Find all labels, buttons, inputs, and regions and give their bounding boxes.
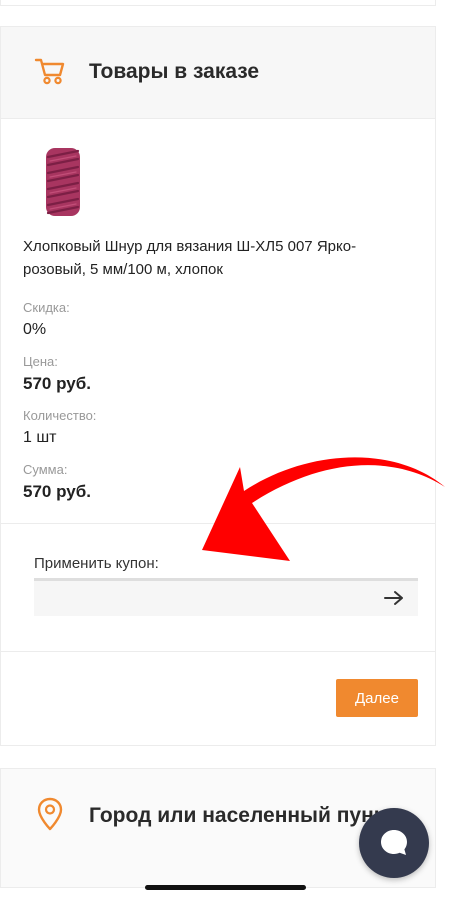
- chat-button[interactable]: [359, 808, 429, 878]
- order-items-card: Товары в заказе Хлопковый Шнур для вязан…: [0, 26, 436, 746]
- coupon-input[interactable]: [34, 578, 418, 616]
- arrow-right-icon: [384, 591, 403, 605]
- home-indicator: [145, 885, 306, 890]
- product-name[interactable]: Хлопковый Шнур для вязания Ш-ХЛ5 007 Ярк…: [23, 235, 413, 281]
- total-value: 570 руб.: [23, 482, 91, 501]
- quantity-label: Количество:: [23, 408, 97, 423]
- discount-label: Скидка:: [23, 300, 70, 315]
- cart-icon: [34, 58, 65, 85]
- quantity-value: 1 шт: [23, 429, 57, 446]
- product-image[interactable]: [43, 145, 83, 219]
- section-divider: [1, 651, 435, 652]
- previous-section-card: [0, 0, 436, 6]
- section-divider: [1, 523, 435, 524]
- coupon-label: Применить купон:: [34, 555, 159, 572]
- coupon-submit-button[interactable]: [381, 586, 407, 610]
- chat-bubble-icon: [381, 830, 407, 855]
- order-items-title: Товары в заказе: [89, 60, 260, 83]
- location-pin-icon: [37, 797, 63, 831]
- price-value: 570 руб.: [23, 374, 91, 393]
- price-label: Цена:: [23, 354, 58, 369]
- order-items-header: Товары в заказе: [1, 27, 435, 119]
- total-label: Сумма:: [23, 462, 68, 477]
- next-button[interactable]: Далее: [336, 679, 418, 717]
- discount-value: 0%: [23, 321, 47, 338]
